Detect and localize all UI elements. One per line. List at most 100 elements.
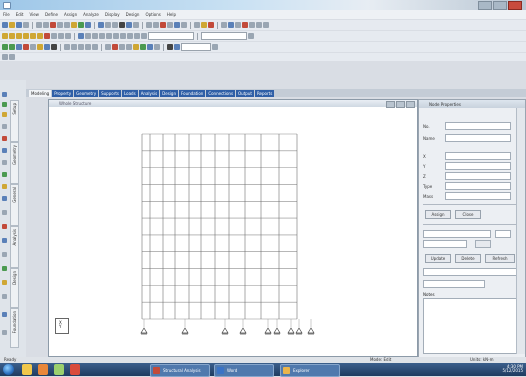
- menu-display[interactable]: Display: [105, 12, 120, 17]
- tool-g-icon[interactable]: [249, 22, 255, 28]
- tool-an-icon[interactable]: [78, 44, 84, 50]
- left-tab-general[interactable]: General: [10, 184, 19, 226]
- tool-h-icon[interactable]: [256, 22, 262, 28]
- refresh-button[interactable]: Refresh: [485, 254, 515, 263]
- tool-ah-icon[interactable]: [30, 44, 36, 50]
- node-icon[interactable]: [146, 22, 152, 28]
- tool-bc-icon[interactable]: [9, 54, 15, 60]
- plate-icon[interactable]: [160, 22, 166, 28]
- menu-options[interactable]: Options: [145, 12, 160, 17]
- menu-file[interactable]: File: [3, 12, 10, 17]
- tab-property[interactable]: Property: [52, 90, 74, 97]
- tool-d-icon[interactable]: [221, 22, 227, 28]
- scale-combo[interactable]: [181, 43, 211, 51]
- tool-i-icon[interactable]: [263, 22, 269, 28]
- copy-icon[interactable]: [57, 22, 63, 28]
- menu-analyze[interactable]: Analyze: [83, 12, 99, 17]
- tool-v-icon[interactable]: [92, 33, 98, 39]
- left-tab-geometry[interactable]: Geometry: [10, 142, 19, 184]
- support-symbol[interactable]: [264, 327, 272, 334]
- node-tool-icon[interactable]: [2, 102, 7, 107]
- load-case-combo[interactable]: [423, 230, 491, 238]
- tool-m-icon[interactable]: [23, 33, 29, 39]
- tool-ae-icon[interactable]: [9, 44, 15, 50]
- tool-t-icon[interactable]: [78, 33, 84, 39]
- minimize-button[interactable]: [478, 1, 492, 10]
- tool-aw-icon[interactable]: [147, 44, 153, 50]
- zoom-icon[interactable]: [71, 22, 77, 28]
- spec-tool-icon[interactable]: [2, 172, 7, 177]
- tool-am-icon[interactable]: [71, 44, 77, 50]
- tool-k-icon[interactable]: [9, 33, 15, 39]
- tool-af-icon[interactable]: [16, 44, 22, 50]
- support-symbol[interactable]: [221, 327, 229, 334]
- select-field-2[interactable]: [423, 280, 485, 288]
- mass-field[interactable]: [445, 192, 511, 200]
- view-tool-icon[interactable]: [2, 252, 7, 257]
- view-xz-icon[interactable]: [112, 22, 118, 28]
- tool-q-icon[interactable]: [51, 33, 57, 39]
- undo-icon[interactable]: [36, 22, 42, 28]
- stop-icon[interactable]: [242, 22, 248, 28]
- tool-l-icon[interactable]: [16, 33, 22, 39]
- open-icon[interactable]: [9, 22, 15, 28]
- tab-analysis[interactable]: Analysis: [138, 90, 160, 97]
- tool-f-icon[interactable]: [235, 22, 241, 28]
- view-maximize-button[interactable]: [396, 101, 405, 108]
- support-symbol[interactable]: [307, 327, 315, 334]
- tool-u-icon[interactable]: [85, 33, 91, 39]
- view-minimize-button[interactable]: [386, 101, 395, 108]
- tool-bb-icon[interactable]: [2, 54, 8, 60]
- beam-icon[interactable]: [153, 22, 159, 28]
- left-tab-foundation[interactable]: Foundation: [10, 308, 19, 348]
- no-field[interactable]: [445, 122, 511, 130]
- settings-tool-icon[interactable]: [2, 330, 7, 335]
- pdf-icon[interactable]: [70, 364, 80, 375]
- system-clock[interactable]: 4:30 PM 5/12/2015: [502, 365, 523, 373]
- tool-ap-icon[interactable]: [92, 44, 98, 50]
- tool-ao-icon[interactable]: [85, 44, 91, 50]
- paste-icon[interactable]: [64, 22, 70, 28]
- type-field[interactable]: [445, 182, 511, 190]
- tab-modeling[interactable]: Modeling: [29, 90, 52, 97]
- menu-assign[interactable]: Assign: [64, 12, 77, 17]
- support-symbol[interactable]: [273, 327, 281, 334]
- tab-supports[interactable]: Supports: [99, 90, 121, 97]
- load-tool-icon[interactable]: [2, 148, 7, 153]
- support-symbol[interactable]: [295, 327, 303, 334]
- tool-ad-icon[interactable]: [2, 44, 8, 50]
- tool-ag-icon[interactable]: [23, 44, 29, 50]
- select-field-1[interactable]: [423, 268, 517, 276]
- tool-x-icon[interactable]: [106, 33, 112, 39]
- tool-p-icon[interactable]: [44, 33, 50, 39]
- pan-icon[interactable]: [85, 22, 91, 28]
- tool-az-icon[interactable]: [174, 44, 180, 50]
- left-tab-design[interactable]: Design: [10, 268, 19, 308]
- structure-view-window[interactable]: Whole Structure X Y: [48, 99, 418, 357]
- tab-geometry[interactable]: Geometry: [74, 90, 99, 97]
- new-icon[interactable]: [2, 22, 8, 28]
- tool-j-icon[interactable]: [2, 33, 8, 39]
- selection-combo[interactable]: [148, 32, 194, 40]
- tool-r-icon[interactable]: [58, 33, 64, 39]
- tab-design[interactable]: Design: [160, 90, 178, 97]
- menu-help[interactable]: Help: [167, 12, 176, 17]
- close-panel-button[interactable]: Close: [455, 210, 481, 219]
- notes-textarea[interactable]: [423, 298, 521, 354]
- menu-view[interactable]: View: [29, 12, 39, 17]
- fit-icon[interactable]: [126, 22, 132, 28]
- display-tool-icon[interactable]: [2, 266, 7, 271]
- rotate-icon[interactable]: [78, 22, 84, 28]
- tool-b-icon[interactable]: [201, 22, 207, 28]
- taskbar-app-structural[interactable]: Structural Analysis: [150, 364, 210, 377]
- assign-button[interactable]: Assign: [425, 210, 451, 219]
- support-symbol[interactable]: [181, 327, 189, 334]
- cut-icon[interactable]: [50, 22, 56, 28]
- select-tool-icon[interactable]: [2, 92, 7, 97]
- beam-tool-icon[interactable]: [2, 112, 7, 117]
- report-tool-icon[interactable]: [2, 238, 7, 243]
- tool-aa-icon[interactable]: [127, 33, 133, 39]
- tool-as-icon[interactable]: [119, 44, 125, 50]
- tool-n-icon[interactable]: [30, 33, 36, 39]
- tool-al-icon[interactable]: [64, 44, 70, 50]
